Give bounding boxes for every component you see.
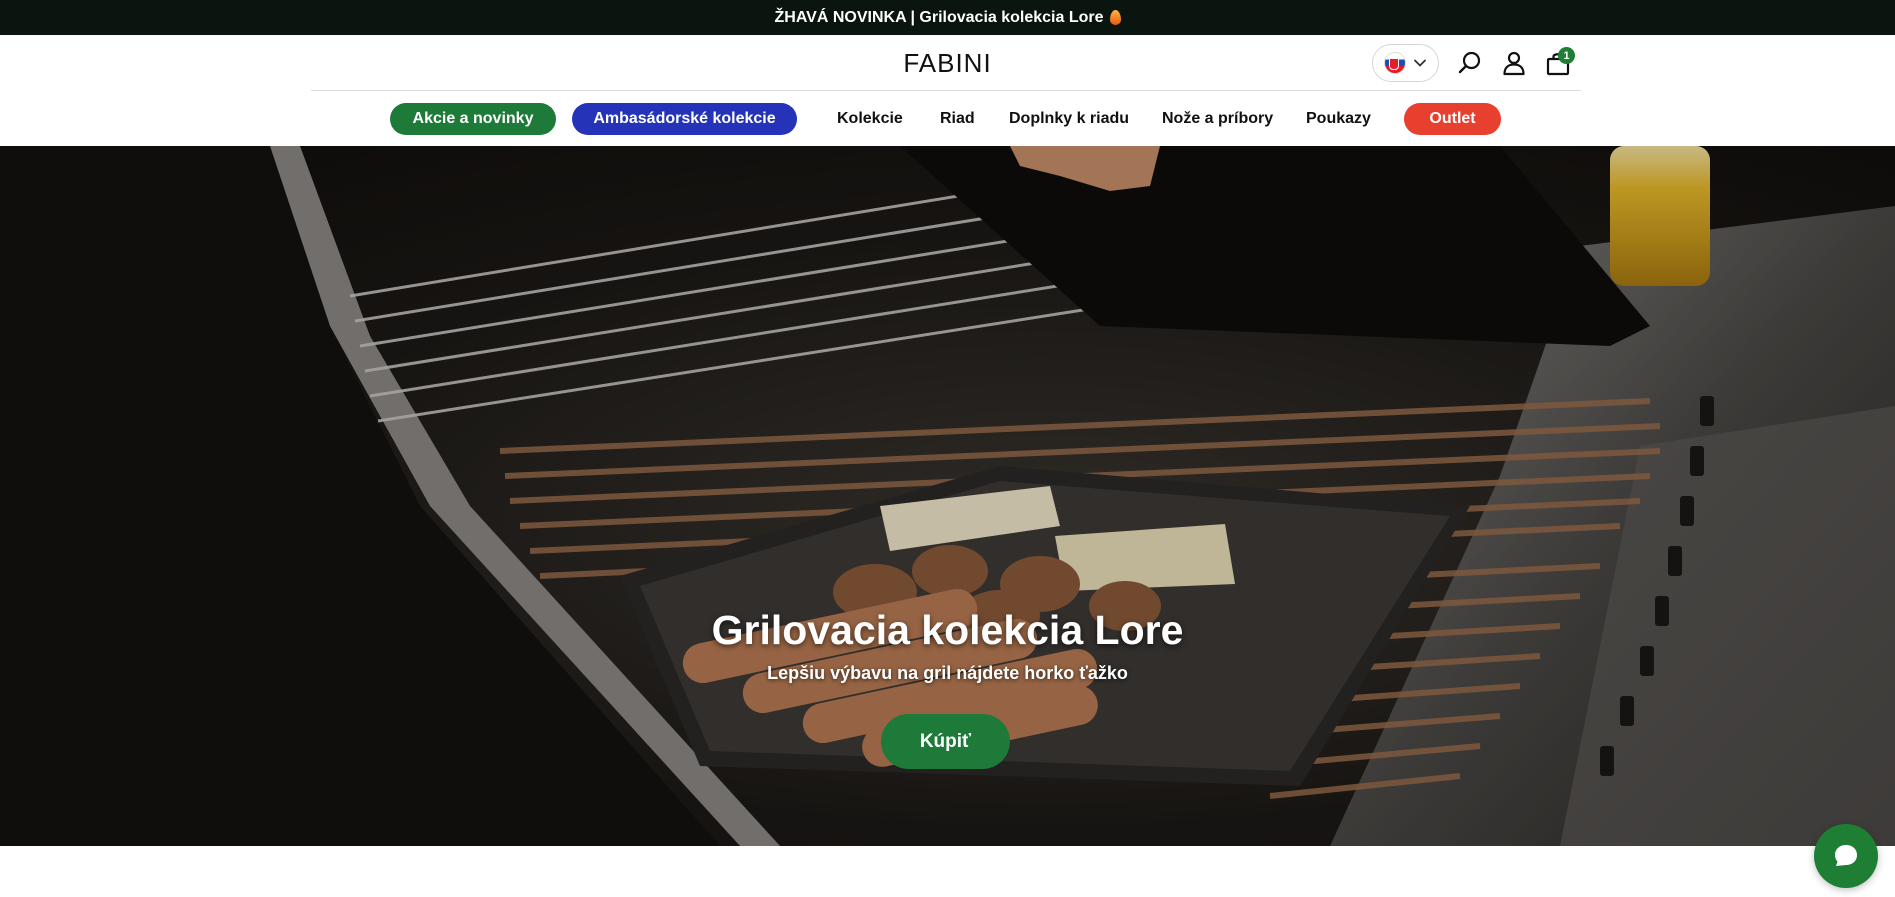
- site-header: FABINI 1: [0, 35, 1895, 91]
- flame-icon: [1109, 10, 1121, 25]
- slovakia-flag-icon: [1384, 52, 1406, 74]
- announcement-bar[interactable]: ŽHAVÁ NOVINKA | Grilovacia kolekcia Lore: [0, 0, 1895, 35]
- announcement-text: ŽHAVÁ NOVINKA | Grilovacia kolekcia Lore: [774, 8, 1104, 26]
- nav-poukazy[interactable]: Poukazy: [1306, 103, 1371, 135]
- chat-button[interactable]: [1814, 824, 1878, 888]
- language-selector[interactable]: [1372, 44, 1439, 82]
- cart-count-badge: 1: [1558, 47, 1575, 64]
- search-button[interactable]: [1455, 48, 1485, 78]
- nav-akcie-a-novinky[interactable]: Akcie a novinky: [390, 103, 556, 135]
- nav-kolekcie[interactable]: Kolekcie: [837, 103, 903, 135]
- main-nav: Akcie a novinky Ambasádorské kolekcie Ko…: [0, 91, 1895, 146]
- chevron-down-icon: [1414, 59, 1426, 67]
- chat-bubble-icon: [1835, 845, 1857, 866]
- account-icon: [1503, 51, 1525, 76]
- site-logo[interactable]: FABINI: [0, 48, 1895, 79]
- hero-subtitle: Lepšiu výbavu na gril nájdete horko ťažk…: [767, 663, 1128, 683]
- nav-doplnky-k-riadu[interactable]: Doplnky k riadu: [1009, 103, 1129, 135]
- nav-noze-a-pribory[interactable]: Nože a príbory: [1162, 103, 1273, 135]
- hero-buy-button[interactable]: Kúpiť: [881, 714, 1010, 769]
- nav-outlet[interactable]: Outlet: [1404, 103, 1501, 135]
- nav-riad[interactable]: Riad: [940, 103, 975, 135]
- hero-title: Grilovacia kolekcia Lore: [711, 607, 1184, 653]
- nav-ambasadorske-kolekcie[interactable]: Ambasádorské kolekcie: [572, 103, 797, 135]
- search-icon: [1458, 51, 1481, 74]
- hero-banner: Grilovacia kolekcia Lore Lepšiu výbavu n…: [0, 146, 1895, 846]
- account-button[interactable]: [1499, 48, 1529, 78]
